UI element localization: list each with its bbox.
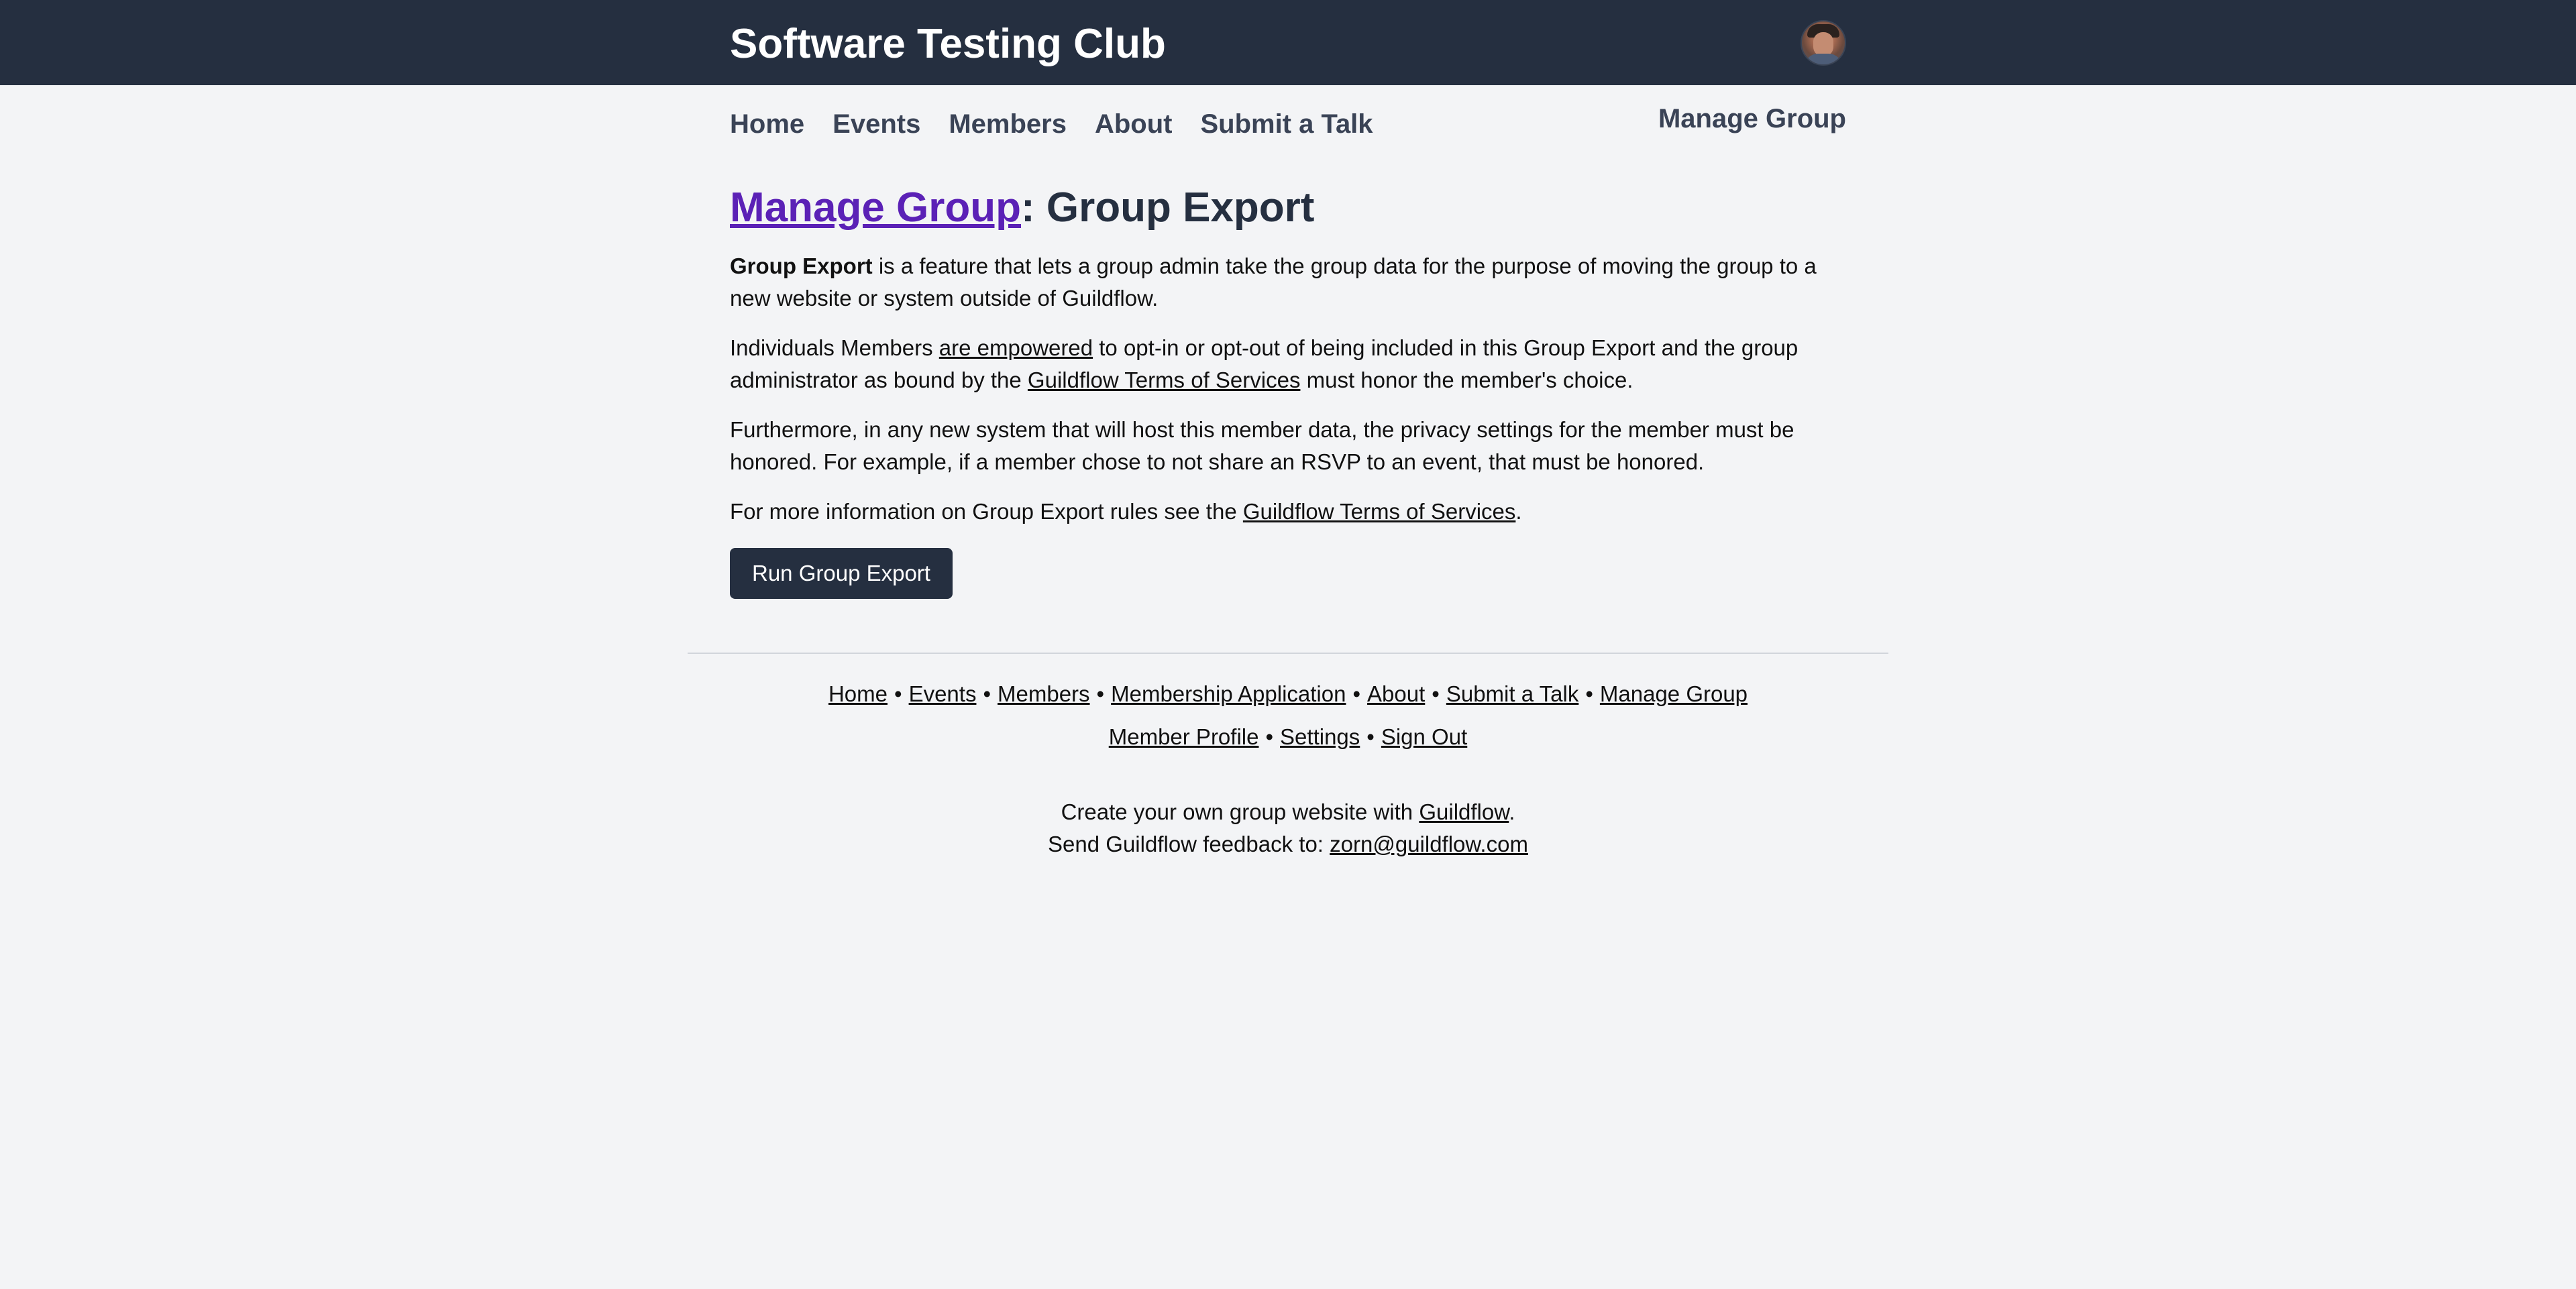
- footer-link-home[interactable]: Home: [828, 681, 888, 706]
- footer-link-submit-talk[interactable]: Submit a Talk: [1446, 681, 1578, 706]
- footer-separator: •: [983, 681, 991, 706]
- footer-link-events[interactable]: Events: [909, 681, 977, 706]
- footer-separator: •: [1585, 681, 1593, 706]
- site-title[interactable]: Software Testing Club: [730, 20, 1166, 68]
- footer-separator: •: [1265, 724, 1274, 749]
- footer-link-membership-application[interactable]: Membership Application: [1111, 681, 1346, 706]
- intro-paragraph: Group Export is a feature that lets a gr…: [730, 250, 1846, 315]
- guildflow-link[interactable]: Guildflow: [1419, 799, 1509, 824]
- site-footer: Home • Events • Members • Membership Applicati…: [0, 678, 2576, 860]
- more-info-paragraph: For more information on Group Export rul…: [730, 496, 1846, 528]
- main-content: Manage Group: Group Export Group Export …: [730, 183, 1846, 599]
- breadcrumb-manage-group-link[interactable]: Manage Group: [730, 184, 1021, 231]
- opt-in-text-3: must honor the member's choice.: [1300, 368, 1633, 392]
- footer-separator: •: [894, 681, 902, 706]
- footer-divider: [688, 653, 1888, 654]
- terms-link-1[interactable]: Guildflow Terms of Services: [1028, 368, 1301, 392]
- footer-link-member-profile[interactable]: Member Profile: [1109, 724, 1259, 749]
- footer-link-settings[interactable]: Settings: [1280, 724, 1360, 749]
- more-info-period: .: [1515, 499, 1522, 524]
- footer-separator: •: [1432, 681, 1440, 706]
- run-group-export-button[interactable]: Run Group Export: [730, 548, 953, 599]
- opt-in-text-1: Individuals Members: [730, 335, 939, 360]
- nav-manage-group[interactable]: Manage Group: [1658, 103, 1846, 135]
- are-empowered-link[interactable]: are empowered: [939, 335, 1093, 360]
- credit-period: .: [1509, 799, 1515, 824]
- footer-link-manage-group[interactable]: Manage Group: [1600, 681, 1748, 706]
- privacy-paragraph: Furthermore, in any new system that will…: [730, 414, 1846, 478]
- nav-events[interactable]: Events: [833, 108, 920, 140]
- intro-text: is a feature that lets a group admin tak…: [730, 254, 1817, 311]
- page-title: Manage Group: Group Export: [730, 183, 1846, 233]
- footer-credits: Create your own group website with Guild…: [0, 796, 2576, 860]
- feedback-email-link[interactable]: zorn@guildflow.com: [1330, 832, 1528, 856]
- page-title-text: : Group Export: [1021, 184, 1315, 231]
- footer-link-members[interactable]: Members: [998, 681, 1090, 706]
- footer-separator: •: [1366, 724, 1375, 749]
- site-header: Software Testing Club: [0, 0, 2576, 85]
- footer-link-about[interactable]: About: [1367, 681, 1425, 706]
- footer-separator: •: [1352, 681, 1361, 706]
- nav-about[interactable]: About: [1095, 108, 1173, 140]
- credit-line: Create your own group website with Guild…: [0, 796, 2576, 828]
- privacy-text: Furthermore, in any new system that will…: [730, 417, 1794, 474]
- main-nav: Home Events Members About Submit a Talk …: [730, 85, 1846, 164]
- footer-links-row-2: Member Profile • Settings • Sign Out: [0, 721, 2576, 753]
- terms-link-2[interactable]: Guildflow Terms of Services: [1243, 499, 1516, 524]
- nav-home[interactable]: Home: [730, 108, 804, 140]
- credit-text: Create your own group website with: [1061, 799, 1419, 824]
- opt-in-paragraph: Individuals Members are empowered to opt…: [730, 332, 1846, 396]
- user-avatar-icon[interactable]: [1801, 20, 1846, 66]
- intro-bold-term: Group Export: [730, 254, 873, 278]
- feedback-text: Send Guildflow feedback to:: [1048, 832, 1330, 856]
- footer-separator: •: [1096, 681, 1105, 706]
- footer-links-row-1: Home • Events • Members • Membership Applicati…: [0, 678, 2576, 710]
- nav-members[interactable]: Members: [949, 108, 1067, 140]
- more-info-text: For more information on Group Export rul…: [730, 499, 1243, 524]
- footer-link-sign-out[interactable]: Sign Out: [1381, 724, 1467, 749]
- nav-submit-talk[interactable]: Submit a Talk: [1200, 108, 1373, 140]
- feedback-line: Send Guildflow feedback to: zorn@guildfl…: [0, 828, 2576, 860]
